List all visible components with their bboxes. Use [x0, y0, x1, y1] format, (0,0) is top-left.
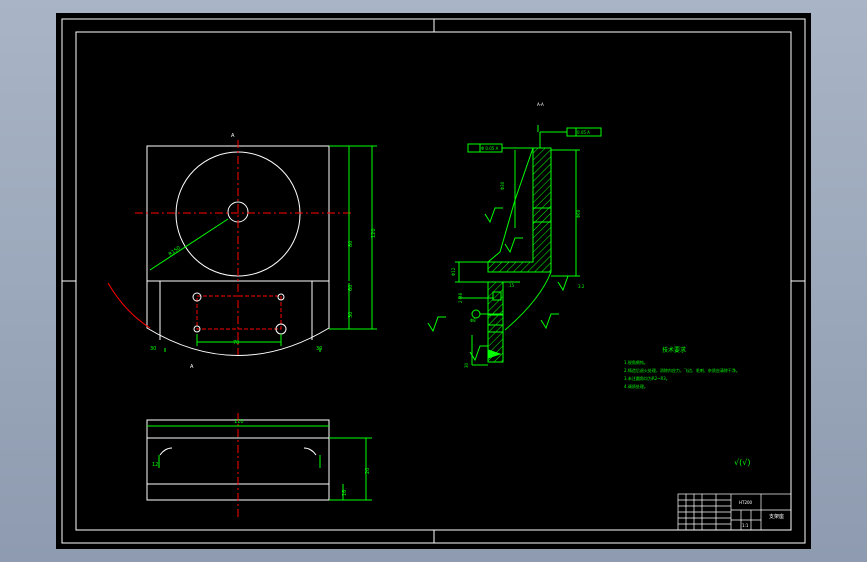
dim-d1: Φ 0.05 A — [481, 146, 499, 151]
view-mark-top: A — [231, 133, 235, 139]
dim-hole-span: 70 — [233, 340, 239, 346]
note-item-4: 4.调质处理。 — [624, 383, 648, 389]
dim-v7: 30 — [464, 362, 469, 368]
note-item-2: 2.铸造后退火处理，消除内应力，飞边、毛刺、杂质应清除干净。 — [624, 367, 740, 373]
note-item-1: 1.锐角倒钝。 — [624, 359, 648, 365]
title-block-part-name: 支架座 — [769, 513, 784, 520]
dim-half: 60 — [348, 285, 354, 291]
dim-v4: Φ8 — [470, 318, 476, 323]
section-label: A-A — [537, 102, 544, 107]
dim-left-step: 12 — [152, 462, 158, 468]
dim-v1: Φ30 — [500, 181, 505, 190]
dim-inner-height: 80 — [348, 241, 354, 247]
dim-overall-height: 120 — [371, 228, 377, 238]
dim-height: 20 — [365, 468, 371, 474]
roughness-note: 3.2 — [578, 284, 585, 289]
cad-drawing-viewport: 120 80 60 30 30 30 70 R150 A A 110 20 16… — [56, 13, 811, 549]
notes-title: 技术要求 — [662, 346, 686, 354]
view-mark-bottom: A — [190, 364, 194, 370]
dim-v6: 2-M8 — [458, 293, 463, 303]
dim-d2: 0.05 A — [577, 130, 590, 135]
note-item-3: 3.未注圆角均为R2~R3。 — [624, 375, 670, 381]
roughness-symbol: √(√) — [734, 458, 750, 467]
dim-v3: Φ12 — [451, 267, 456, 276]
dim-edge: 30 — [348, 312, 354, 318]
dim-right: 16 — [342, 490, 348, 496]
dim-foot-right: 30 — [316, 346, 322, 352]
title-block-material: HT200 — [739, 500, 753, 505]
dim-foot-left: 30 — [150, 346, 156, 352]
title-block-scale: 1:1 — [742, 523, 749, 528]
dim-v5: 15 — [509, 283, 515, 288]
dim-overall-width: 110 — [234, 419, 244, 425]
dim-v2: Φ60 — [576, 209, 581, 218]
